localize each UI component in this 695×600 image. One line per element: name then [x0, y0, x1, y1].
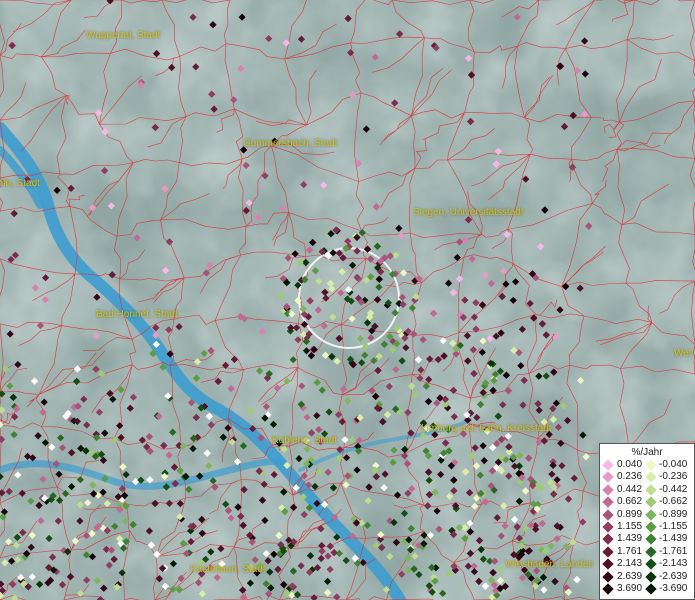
legend-row: 1.439 -1.439: [600, 533, 695, 546]
legend-row: 1.155 -1.155: [600, 521, 695, 533]
legend-value-positive: 0.662: [617, 496, 643, 508]
legend-value-positive: 0.236: [617, 471, 643, 483]
legend-value-positive: 1.155: [617, 521, 643, 532]
place-label-bad-honnef: Bad Honnef, Stadt: [96, 309, 178, 320]
legend-value-negative: -1.439: [659, 533, 688, 545]
legend-value-negative: -0.236: [659, 471, 688, 483]
legend-swatch-positive: [602, 583, 614, 595]
legend-row: 0.236 -0.236: [600, 471, 695, 484]
place-label-wetzlar: Wet: [674, 348, 692, 359]
legend-swatch-negative: [645, 558, 657, 570]
legend-swatch-negative: [645, 521, 657, 533]
legend-swatch-negative: [645, 471, 657, 484]
legend-swatch-negative: [645, 583, 657, 595]
legend-swatch-positive: [602, 459, 614, 471]
legend-value-positive: 1.439: [617, 533, 643, 545]
legend-row: 3.690 -3.690: [600, 583, 695, 595]
legend-row: 2.639 -2.639: [600, 571, 695, 583]
legend-value-negative: -0.442: [659, 483, 688, 495]
legend-swatch-positive: [602, 570, 614, 583]
legend-row: 0.899 -0.899: [600, 509, 695, 521]
legend-swatch-negative: [645, 484, 657, 496]
legend-value-positive: 2.143: [617, 558, 643, 570]
legend-row: 1.761 -1.761: [600, 546, 695, 558]
legend-value-negative: -3.690: [659, 583, 688, 594]
legend-row: 0.040 -0.040: [600, 459, 695, 471]
legend-swatch-positive: [602, 471, 614, 484]
legend-value-negative: -0.040: [659, 459, 688, 470]
legend-swatch-negative: [645, 508, 657, 521]
legend-value-negative: -0.899: [659, 508, 688, 520]
place-label-kastellaun: Kastellaun, Stadt: [190, 564, 266, 575]
legend-swatch-negative: [645, 570, 657, 583]
place-label-siegen: Siegen, Universitätsstadt: [413, 207, 524, 218]
place-label-gummersbach: Gummersbach, Stadt: [243, 138, 338, 149]
legend-swatch-negative: [645, 496, 657, 508]
legend-swatch-positive: [602, 558, 614, 570]
legend-value-positive: 2.639: [617, 570, 643, 582]
map-canvas[interactable]: [0, 0, 695, 600]
legend-value-negative: -1.761: [659, 545, 688, 557]
legend-swatch-positive: [602, 496, 614, 508]
legend-value-positive: 1.761: [617, 545, 643, 557]
legend-value-positive: 0.040: [617, 459, 643, 470]
legend-swatch-positive: [602, 521, 614, 533]
legend-value-negative: -2.143: [659, 558, 688, 570]
place-label-wiesbaden: Wiesbaden, Landes: [505, 559, 594, 570]
legend-value-positive: 0.899: [617, 508, 643, 520]
legend-value-negative: -1.155: [659, 521, 688, 532]
legend-swatch-negative: [645, 546, 657, 558]
legend-value-positive: 0.442: [617, 483, 643, 495]
legend-row: 2.143 -2.143: [600, 558, 695, 570]
place-label-wuppertal: Wuppertal, Stadt: [86, 30, 161, 41]
legend-value-negative: -2.639: [659, 570, 688, 582]
place-label-koeln: Köln, Stadt: [0, 178, 40, 189]
legend-title: %/Jahr: [631, 447, 663, 458]
legend-value-negative: -0.662: [659, 496, 688, 508]
legend-swatch-positive: [602, 508, 614, 521]
legend-value-positive: 3.690: [617, 583, 643, 594]
place-label-koblenz: Koblenz, Stadt: [272, 435, 338, 446]
legend-swatch-negative: [645, 459, 657, 471]
place-label-limburg: Limburg a.d. Lahn, Kreisstadt: [421, 423, 552, 434]
legend-swatch-positive: [602, 484, 614, 496]
legend-row: 0.662 -0.662: [600, 496, 695, 508]
color-legend: %/Jahr 0.040 -0.040 0.236 -0.236 0.442 -0.442…: [599, 443, 695, 600]
legend-swatch-negative: [645, 533, 657, 546]
legend-swatch-positive: [602, 546, 614, 558]
legend-row: 0.442 -0.442: [600, 484, 695, 496]
legend-swatch-positive: [602, 533, 614, 546]
